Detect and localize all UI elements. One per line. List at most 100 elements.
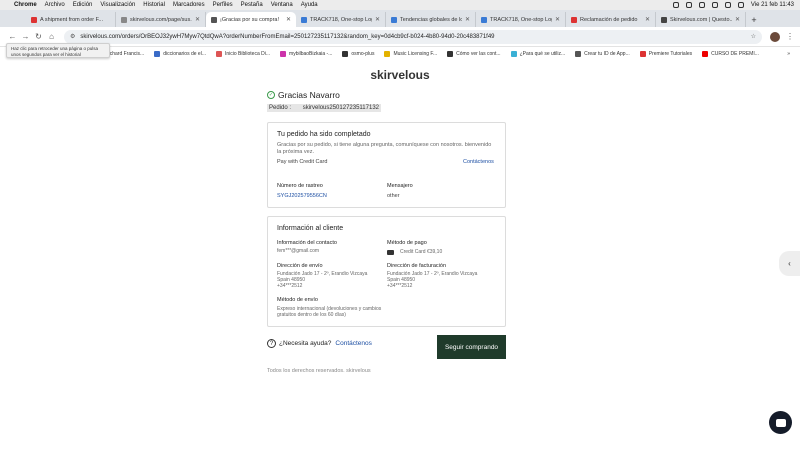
bookmark-item[interactable]: mybilbaoBizkaia -... [280, 50, 333, 57]
browser-tab[interactable]: Skirvelous.com | Questo... ✕ [656, 12, 746, 27]
close-icon[interactable]: ✕ [286, 16, 291, 23]
tab-favicon-icon [571, 16, 577, 23]
bookmark-item[interactable]: diccionarios de el... [154, 50, 206, 57]
store-brand[interactable]: skirvelous [0, 68, 800, 82]
wifi-icon[interactable] [711, 2, 718, 8]
bookmark-item[interactable]: Premiere Tutoriales [639, 50, 692, 57]
menu-perfiles[interactable]: Perfiles [213, 2, 233, 8]
continue-shopping-button[interactable]: Seguir comprando [437, 335, 506, 359]
menu-ventana[interactable]: Ventana [271, 2, 293, 8]
reload-icon[interactable]: ↻ [32, 32, 45, 41]
close-icon[interactable]: ✕ [195, 16, 200, 23]
bookmark-favicon-icon [384, 50, 391, 57]
tab-favicon-icon [661, 16, 667, 23]
billing-address-line: +34***2512 [387, 283, 413, 289]
menu-pestana[interactable]: Pestaña [241, 2, 263, 8]
profile-avatar[interactable] [770, 31, 780, 42]
contact-info-label: Información del contacto [277, 240, 337, 246]
browser-tab[interactable]: Tendencias globales de lo... ✕ [386, 12, 476, 27]
browser-toolbar: ← → ↻ ⌂ ⚙ skirvelous.com/orders/OrBEOJ32… [0, 27, 800, 47]
address-bar[interactable]: ⚙ skirvelous.com/orders/OrBEOJ32ywH7Myw7… [64, 29, 762, 44]
menu-clock[interactable]: Vie 21 feb 11:43 [751, 2, 794, 8]
close-icon[interactable]: ✕ [555, 16, 560, 23]
close-icon[interactable]: ✕ [375, 16, 380, 23]
menu-app-name[interactable]: Chrome [14, 2, 37, 8]
customer-info-title: Información al cliente [277, 225, 344, 232]
browser-tab[interactable]: TRACK718, One-stop Log... ✕ [296, 12, 386, 27]
payment-method-note: Pay with Credit Card [277, 159, 328, 165]
bookmark-label: Inicio Biblioteca Di... [225, 50, 271, 57]
control-center-icon[interactable] [737, 2, 744, 8]
bookmark-star-icon[interactable]: ☆ [751, 33, 756, 40]
browser-tab[interactable]: A shipment from order F... [26, 12, 116, 27]
bookmark-label: mybilbaoBizkaia -... [289, 50, 333, 57]
bookmark-favicon-icon [575, 50, 582, 57]
contact-link[interactable]: Contáctenos [463, 159, 494, 165]
help-contact-link[interactable]: Contáctenos [335, 340, 372, 347]
payment-method-row: Credit Card €39,10 [387, 249, 442, 255]
new-tab-button[interactable]: + [746, 12, 762, 27]
menu-historial[interactable]: Historial [143, 2, 165, 8]
bookmark-label: Richard Francis... [105, 50, 145, 57]
bookmark-favicon-icon [342, 50, 349, 57]
browser-tab-active[interactable]: ¡Gracias por su compra! ✕ [206, 12, 296, 27]
close-icon[interactable]: ✕ [645, 16, 650, 23]
greeting-text: Gracias Navarro [278, 90, 340, 100]
contact-info-value: fem***@gmail.com [277, 248, 320, 254]
tab-favicon-icon [391, 16, 397, 23]
bookmark-label: CURSO DE PREMI... [711, 50, 759, 57]
back-arrow-icon[interactable]: ← [6, 32, 19, 41]
chat-button[interactable] [769, 411, 792, 434]
tracking-label: Número de rastreo [277, 183, 323, 189]
tracking-number-link[interactable]: SYGJ202579556CN [277, 193, 327, 199]
browser-tab[interactable]: TRACK718, One-stop Log... ✕ [476, 12, 566, 27]
menu-ayuda[interactable]: Ayuda [301, 2, 318, 8]
bookmark-item[interactable]: Inicio Biblioteca Di... [216, 50, 271, 57]
address-url: skirvelous.com/orders/OrBEOJ32ywH7Myw7Qt… [80, 33, 495, 40]
tab-title: TRACK718, One-stop Log... [310, 16, 372, 23]
tab-favicon-icon [301, 16, 307, 23]
kebab-menu-icon[interactable]: ⋮ [786, 32, 794, 41]
tab-title: Tendencias globales de lo... [400, 16, 462, 23]
home-icon[interactable]: ⌂ [45, 32, 58, 41]
payment-method-value: Credit Card €39,10 [400, 249, 443, 255]
payment-method-label: Método de pago [387, 240, 427, 246]
courier-label: Mensajero [387, 183, 413, 189]
menu-visualizacion[interactable]: Visualización [100, 2, 135, 8]
bookmark-item[interactable]: CURSO DE PREMI... [702, 50, 759, 57]
bookmark-favicon-icon [510, 50, 517, 57]
bookmark-item[interactable]: Cómo ver las cont... [447, 50, 501, 57]
tab-title: TRACK718, One-stop Log... [490, 16, 552, 23]
github-icon[interactable] [698, 2, 705, 8]
shipping-method-label: Método de envío [277, 297, 318, 303]
status-icon[interactable] [672, 2, 679, 8]
menu-edicion[interactable]: Edición [73, 2, 93, 8]
menu-archivo[interactable]: Archivo [45, 2, 65, 8]
close-icon[interactable]: ✕ [465, 16, 470, 23]
tab-title: ¡Gracias por su compra! [220, 16, 279, 23]
close-icon[interactable]: ✕ [735, 16, 740, 23]
chevron-left-icon[interactable]: ‹ [779, 251, 800, 276]
tab-title: Reclamación de pedido [580, 16, 638, 23]
bookmark-item[interactable]: osmo-plus [342, 50, 375, 57]
courier-value: other [387, 193, 400, 199]
site-info-icon[interactable]: ⚙ [70, 33, 75, 40]
shipping-address-label: Dirección de envío [277, 263, 323, 269]
forward-arrow-icon[interactable]: → [19, 32, 32, 41]
search-icon[interactable] [724, 2, 731, 8]
order-number-line: Pedido : skirvelous250127235117132 [267, 104, 381, 112]
bookmark-item[interactable]: Music Licensing F... [384, 50, 437, 57]
bookmark-item[interactable]: Crear tu ID de App... [575, 50, 630, 57]
browser-tab[interactable]: Reclamación de pedido ✕ [566, 12, 656, 27]
bookmark-label: osmo-plus [351, 50, 375, 57]
shipping-method-value: Expreso internacional (devoluciones y ca… [277, 306, 382, 318]
order-status-message: Gracias por su pedido, si tiene alguna p… [277, 142, 492, 155]
order-status-card: Tu pedido ha sido completado Gracias por… [267, 122, 506, 208]
browser-tab[interactable]: skirvelous.com/page/sus... ✕ [116, 12, 206, 27]
credit-card-icon [387, 249, 394, 255]
status-icon[interactable] [685, 2, 692, 8]
menu-marcadores[interactable]: Marcadores [173, 2, 205, 8]
bookmarks-overflow-button[interactable]: » [787, 51, 790, 57]
bookmark-item[interactable]: ¿Para qué se utiliz... [510, 50, 565, 57]
bookmark-label: Crear tu ID de App... [584, 50, 630, 57]
